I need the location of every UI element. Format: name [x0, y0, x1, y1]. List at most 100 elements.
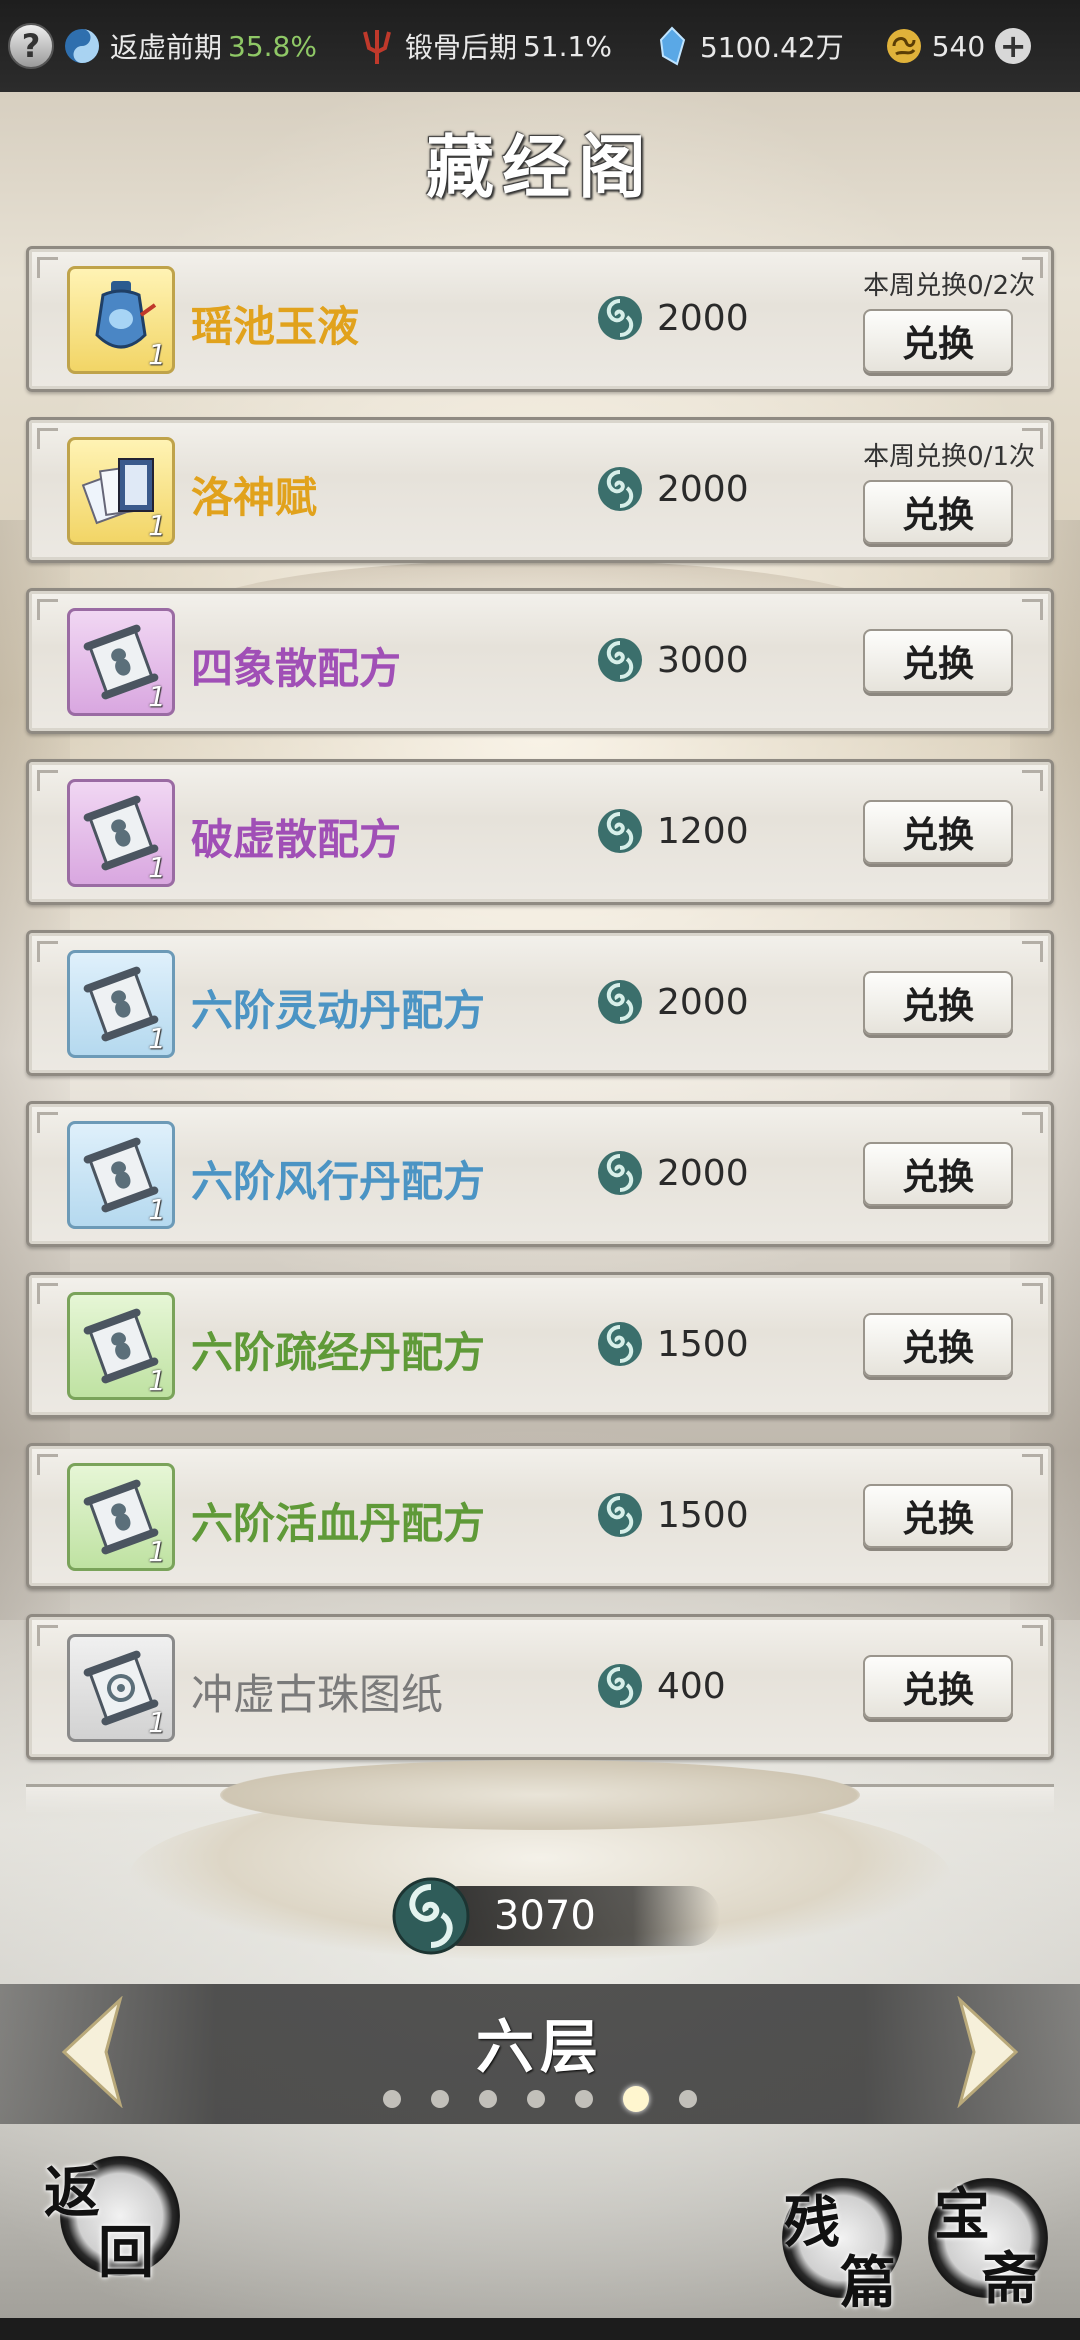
- item-count: 1: [148, 509, 166, 542]
- item-name: 洛神赋: [191, 473, 318, 522]
- item-price-value: 2000: [657, 1152, 749, 1194]
- item-name: 六阶活血丹配方: [191, 1499, 486, 1548]
- item-count: 1: [148, 1022, 166, 1055]
- list-item: 1 洛神赋 2000 本周兑换0/1次 兑换: [26, 417, 1054, 563]
- page-dot[interactable]: [383, 2090, 401, 2108]
- page-dot[interactable]: [431, 2090, 449, 2108]
- cultivation-realm: 返虚前期: [110, 31, 223, 64]
- recipe-scroll-icon[interactable]: 1: [67, 779, 175, 887]
- exchange-button[interactable]: 兑换: [863, 1655, 1013, 1719]
- item-price-value: 2000: [657, 468, 749, 510]
- plus-icon[interactable]: +: [995, 27, 1032, 65]
- item-price: 1500: [595, 1319, 749, 1369]
- back-button[interactable]: 返 回: [40, 2148, 180, 2286]
- item-name: 六阶疏经丹配方: [191, 1328, 486, 1377]
- item-price-value: 3000: [657, 639, 749, 681]
- spirit-stone-amount: 5100.42万: [699, 31, 844, 64]
- body-refining-realm: 锻骨后期: [404, 31, 517, 64]
- scripture-token-icon: [392, 1877, 470, 1955]
- item-price: 1200: [595, 806, 749, 856]
- recipe-scroll-icon[interactable]: 1: [67, 608, 175, 716]
- item-name: 冲虚古珠图纸: [191, 1670, 444, 1719]
- back-button-char: 回: [98, 2220, 154, 2286]
- page-dot[interactable]: [527, 2090, 545, 2108]
- page-dot[interactable]: [479, 2090, 497, 2108]
- exchange-button[interactable]: 兑换: [863, 800, 1013, 864]
- scripture-token-icon: [598, 296, 642, 340]
- gold-ingot-icon: [884, 26, 924, 66]
- exchange-button[interactable]: 兑换: [863, 1142, 1013, 1206]
- item-price: 400: [595, 1661, 726, 1711]
- page-title: 藏经阁: [425, 128, 654, 208]
- treasure-shop-button[interactable]: 宝 斋: [928, 2178, 1058, 2312]
- gold-ingot-stat[interactable]: 540 +: [884, 26, 1032, 66]
- taiji-icon: [62, 26, 102, 66]
- recipe-scroll-icon[interactable]: 1: [67, 1463, 175, 1571]
- treasure-button-char: 斋: [982, 2246, 1038, 2312]
- page-dot[interactable]: [575, 2090, 593, 2108]
- item-count: 1: [148, 680, 166, 713]
- item-price-value: 1200: [657, 810, 749, 852]
- list-item: 1 四象散配方 3000 兑换: [26, 588, 1054, 734]
- floor-name: 六层: [475, 2013, 604, 2081]
- item-price: 2000: [595, 1148, 749, 1198]
- item-price-value: 1500: [657, 1494, 749, 1536]
- exchange-item-list[interactable]: 1 瑶池玉液 2000 本周兑换0/2次 兑换 1 洛神赋 2000 本周兑换0…: [26, 246, 1054, 1785]
- gold-ingot-amount: 540: [931, 29, 986, 63]
- item-price: 2000: [595, 293, 749, 343]
- blueprint-scroll-icon[interactable]: 1: [67, 1634, 175, 1742]
- item-count: 1: [148, 338, 166, 371]
- list-item: 1 瑶池玉液 2000 本周兑换0/2次 兑换: [26, 246, 1054, 392]
- scripture-token-icon: [598, 1493, 642, 1537]
- jade-vase-icon[interactable]: 1: [67, 266, 175, 374]
- exchange-button[interactable]: 兑换: [863, 1313, 1013, 1377]
- scripture-token-icon: [598, 467, 642, 511]
- item-count: 1: [148, 851, 166, 884]
- item-name: 瑶池玉液: [191, 302, 360, 351]
- currency-total-value: 3070: [494, 1893, 596, 1939]
- exchange-button[interactable]: 兑换: [863, 971, 1013, 1035]
- item-price-value: 2000: [657, 297, 749, 339]
- list-item: 1 破虚散配方 1200 兑换: [26, 759, 1054, 905]
- scripture-token-icon: [598, 980, 642, 1024]
- exchange-button[interactable]: 兑换: [863, 1484, 1013, 1548]
- altar-rim: [220, 1760, 860, 1830]
- item-price: 2000: [595, 977, 749, 1027]
- item-name: 六阶风行丹配方: [191, 1157, 486, 1206]
- scripture-token-icon: [598, 809, 642, 853]
- bottom-system-bar: [0, 2318, 1080, 2340]
- trident-icon: [357, 26, 397, 66]
- weekly-limit: 本周兑换0/1次: [863, 442, 1035, 472]
- exchange-button[interactable]: 兑换: [863, 480, 1013, 544]
- exchange-button[interactable]: 兑换: [863, 309, 1013, 373]
- top-status-bar: ? 返虚前期 35.8% 锻骨后期 51.1% 5100.42万 540 +: [0, 0, 1080, 92]
- scripture-token-icon: [598, 1322, 642, 1366]
- scripture-token-icon: [598, 1151, 642, 1195]
- spirit-stone-icon: [652, 26, 692, 66]
- spirit-stone-stat[interactable]: 5100.42万: [652, 26, 844, 66]
- question-icon[interactable]: ?: [8, 23, 54, 69]
- scripture-token-icon: [598, 638, 642, 682]
- page-dot-active[interactable]: [623, 2086, 649, 2112]
- floor-page-indicator: [0, 2086, 1080, 2112]
- list-item: 1 六阶风行丹配方 2000 兑换: [26, 1101, 1054, 1247]
- recipe-scroll-icon[interactable]: 1: [67, 1121, 175, 1229]
- list-item: 1 六阶活血丹配方 1500 兑换: [26, 1443, 1054, 1589]
- fragments-button[interactable]: 残 篇: [782, 2178, 912, 2316]
- cultivation-stat[interactable]: 返虚前期 35.8%: [62, 26, 317, 66]
- page-dot[interactable]: [679, 2090, 697, 2108]
- item-count: 1: [148, 1535, 166, 1568]
- item-name: 六阶灵动丹配方: [191, 986, 486, 1035]
- body-refining-stat[interactable]: 锻骨后期 51.1%: [357, 26, 612, 66]
- scroll-cards-icon[interactable]: 1: [67, 437, 175, 545]
- exchange-button[interactable]: 兑换: [863, 629, 1013, 693]
- fragments-button-char: 篇: [840, 2250, 896, 2316]
- fragments-button-char: 残: [784, 2190, 840, 2256]
- item-price-value: 1500: [657, 1323, 749, 1365]
- currency-total: 3070: [390, 1876, 720, 1956]
- item-price: 1500: [595, 1490, 749, 1540]
- recipe-scroll-icon[interactable]: 1: [67, 1292, 175, 1400]
- recipe-scroll-icon[interactable]: 1: [67, 950, 175, 1058]
- back-button-char: 返: [44, 2160, 100, 2226]
- cultivation-progress: 35.8%: [228, 29, 317, 63]
